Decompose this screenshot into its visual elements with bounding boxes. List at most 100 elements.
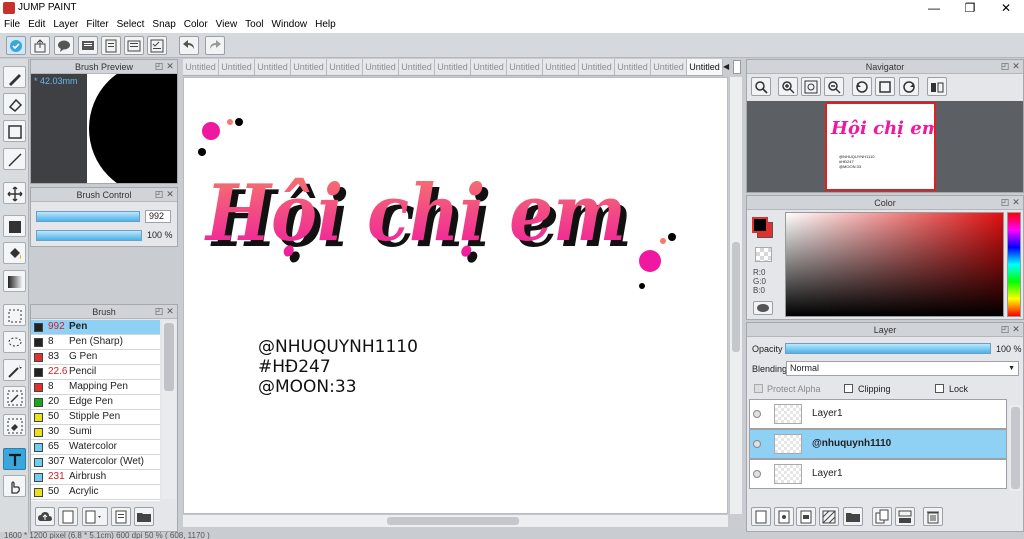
document-tab[interactable]: Untitled — [471, 59, 507, 75]
reset-rotation-button[interactable] — [875, 77, 895, 96]
blending-select[interactable]: Normal ▼ — [786, 361, 1019, 376]
brush-item[interactable]: 8 Mapping Pen — [31, 380, 160, 395]
menu-layer[interactable]: Layer — [49, 17, 82, 33]
menu-select[interactable]: Select — [113, 17, 149, 33]
document-tab[interactable]: Untitled — [579, 59, 615, 75]
document-tab[interactable]: Untitled — [543, 59, 579, 75]
rotate-left-button[interactable] — [852, 77, 872, 96]
document-tab[interactable]: Untitled — [651, 59, 687, 75]
undock-icon[interactable]: ◰ — [1000, 197, 1010, 207]
share-button[interactable] — [30, 36, 50, 55]
document-tab[interactable]: Untitled — [687, 59, 723, 75]
tool-hand[interactable] — [3, 475, 26, 497]
brush-cloud-button[interactable] — [35, 507, 55, 526]
undock-icon[interactable]: ◰ — [154, 189, 164, 199]
canvas-hscroll-thumb[interactable] — [387, 517, 519, 525]
document-tab[interactable]: Untitled — [327, 59, 363, 75]
cloud-sync-button[interactable] — [6, 36, 26, 55]
tool-magic-wand[interactable] — [3, 359, 26, 381]
layer-item[interactable]: Layer1 — [749, 459, 1007, 489]
brush-item[interactable]: 50 Stipple Pen — [31, 410, 160, 425]
new-halftone-layer-button[interactable] — [774, 507, 794, 526]
rotate-right-button[interactable] — [899, 77, 919, 96]
transparent-color-swatch[interactable] — [755, 247, 772, 262]
chat-button[interactable] — [78, 36, 98, 55]
tool-fill-rect[interactable] — [3, 215, 26, 237]
brush-item[interactable]: 307 Watercolor (Wet) — [31, 455, 160, 470]
canvas-horizontal-scrollbar[interactable] — [183, 514, 728, 527]
protect-alpha-checkbox[interactable] — [754, 384, 763, 393]
tabs-scroll-right-icon[interactable] — [733, 60, 741, 74]
menu-window[interactable]: Window — [268, 17, 312, 33]
document-button[interactable] — [101, 36, 121, 55]
brush-properties-button[interactable] — [111, 507, 131, 526]
minimize-button[interactable]: — — [922, 1, 946, 15]
new-8bit-layer-button[interactable] — [796, 507, 816, 526]
document-tab[interactable]: Untitled — [291, 59, 327, 75]
brush-item[interactable]: 83 G Pen — [31, 350, 160, 365]
brush-item[interactable]: 992 Pen — [31, 320, 160, 335]
close-icon[interactable]: ✕ — [165, 189, 175, 199]
tool-lasso[interactable] — [3, 331, 26, 353]
tool-select-rect[interactable] — [3, 304, 26, 326]
zoom-out-button[interactable] — [824, 77, 844, 96]
brush-list-scrollbar[interactable] — [162, 321, 176, 499]
new-tone-layer-button[interactable] — [819, 507, 839, 526]
fit-window-button[interactable] — [801, 77, 821, 96]
new-layer-button[interactable] — [751, 507, 771, 526]
layer-scroll-thumb[interactable] — [1011, 407, 1020, 489]
new-folder-button[interactable] — [843, 507, 863, 526]
menu-edit[interactable]: Edit — [24, 17, 49, 33]
zoom-in-button[interactable] — [778, 77, 798, 96]
brush-menu-button[interactable] — [82, 507, 108, 526]
brush-item[interactable]: 231 Airbrush — [31, 470, 160, 485]
document-tab[interactable]: Untitled — [435, 59, 471, 75]
tool-eraser[interactable] — [3, 93, 26, 115]
document-tab[interactable]: Untitled — [219, 59, 255, 75]
delete-layer-button[interactable] — [923, 507, 943, 526]
brush-size-slider[interactable] — [36, 211, 140, 222]
layer-opacity-slider[interactable] — [785, 343, 991, 354]
duplicate-layer-button[interactable] — [872, 507, 892, 526]
layer-item[interactable]: @nhuquynh1110 — [749, 429, 1007, 459]
navigator-view[interactable]: Hội chị em @NHUQUYNH1110 #HĐ247 @MOON:33 — [747, 101, 1023, 192]
zoom-fit-button[interactable] — [751, 77, 771, 96]
tool-pen[interactable] — [3, 66, 26, 88]
tabs-scroll-left-icon[interactable]: ◀ — [723, 60, 731, 74]
brush-opacity-slider[interactable] — [36, 230, 142, 241]
document-tab[interactable]: Untitled — [615, 59, 651, 75]
visibility-icon[interactable] — [753, 410, 761, 418]
undock-icon[interactable]: ◰ — [1000, 324, 1010, 334]
close-icon[interactable]: ✕ — [165, 306, 175, 316]
brush-item[interactable]: 22.6 Pencil — [31, 365, 160, 380]
flip-button[interactable] — [927, 77, 947, 96]
brush-folder-button[interactable] — [134, 507, 154, 526]
brush-item[interactable]: 50 Acrylic — [31, 485, 160, 500]
canvas-viewport[interactable]: Hội chị em Hội chị em @NHUQUYNH1110 #HĐ2… — [183, 77, 728, 514]
comment-button[interactable] — [54, 36, 74, 55]
tool-select-eraser[interactable] — [3, 414, 26, 436]
document-tab[interactable]: Untitled — [507, 59, 543, 75]
menu-view[interactable]: View — [212, 17, 242, 33]
redo-button[interactable] — [205, 36, 225, 55]
brush-item[interactable]: 65 Watercolor — [31, 440, 160, 455]
tool-select-pen[interactable] — [3, 386, 26, 408]
close-icon[interactable]: ✕ — [1011, 61, 1021, 71]
close-icon[interactable]: ✕ — [165, 61, 175, 71]
menu-tool[interactable]: Tool — [241, 17, 267, 33]
color-saturation-field[interactable] — [785, 212, 1004, 317]
undock-icon[interactable]: ◰ — [154, 61, 164, 71]
layer-list-scrollbar[interactable] — [1009, 405, 1022, 491]
brush-list-scroll-thumb[interactable] — [164, 323, 174, 391]
visibility-icon[interactable] — [753, 470, 761, 478]
menu-filter[interactable]: Filter — [82, 17, 112, 33]
canvas-vscroll-thumb[interactable] — [732, 242, 740, 352]
brush-size-value[interactable]: 992 — [145, 210, 171, 223]
canvas-vertical-scrollbar[interactable] — [729, 77, 742, 514]
undock-icon[interactable]: ◰ — [1000, 61, 1010, 71]
color-palette-button[interactable] — [753, 301, 773, 315]
maximize-button[interactable]: ❐ — [958, 1, 982, 15]
close-icon[interactable]: ✕ — [1011, 324, 1021, 334]
document-tab[interactable]: Untitled — [255, 59, 291, 75]
tool-gradient[interactable] — [3, 270, 26, 292]
